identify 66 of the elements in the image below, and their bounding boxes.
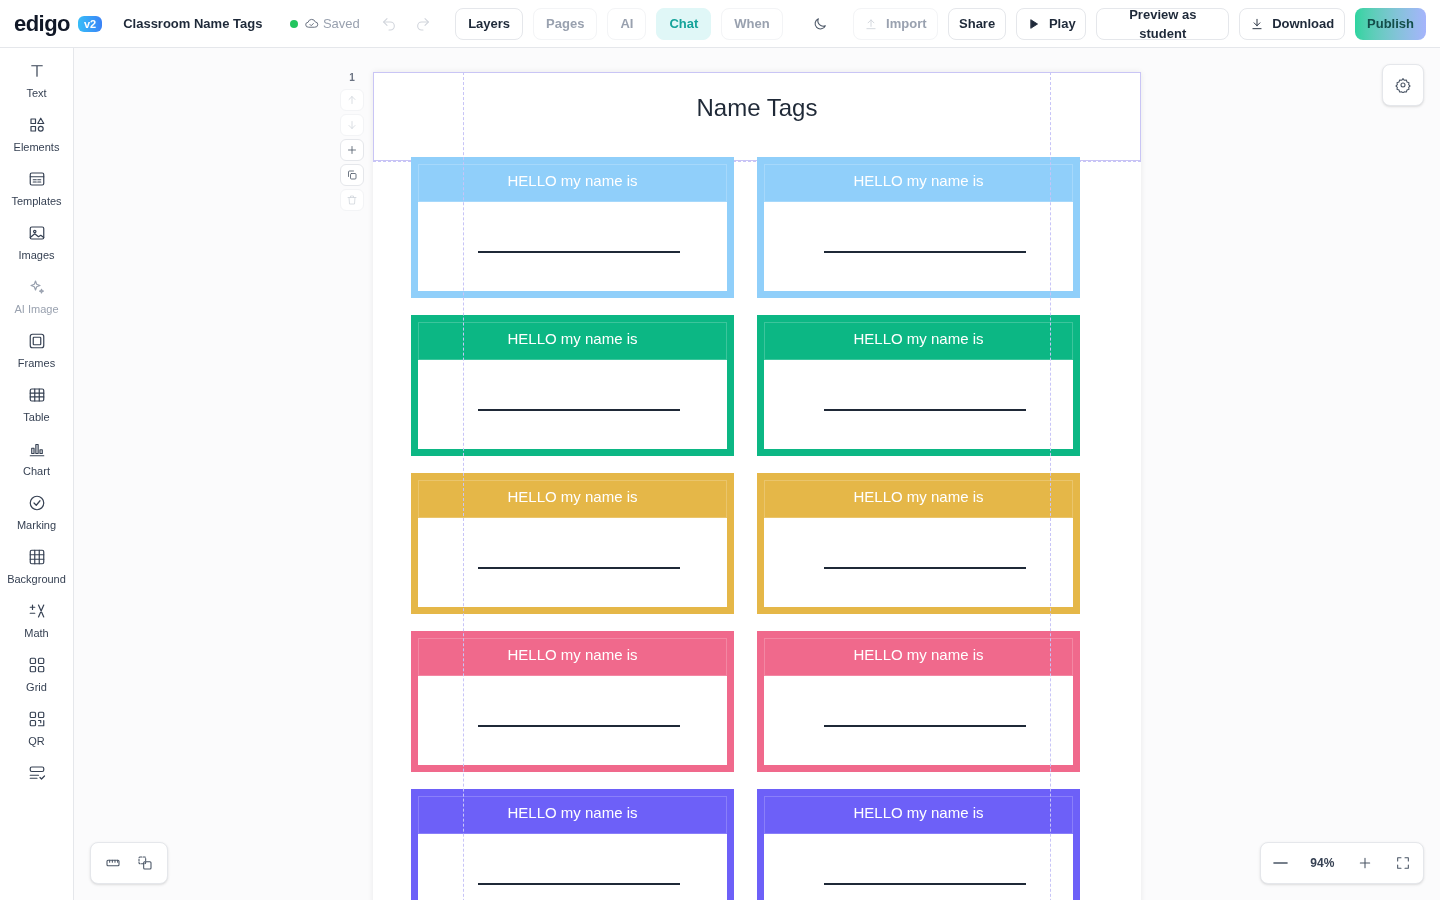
redo-icon — [415, 15, 432, 32]
sidebar-item[interactable]: Grid — [0, 656, 73, 694]
tab[interactable]: Layers — [455, 7, 524, 40]
logo: edigo — [14, 12, 70, 35]
template-icon — [27, 170, 46, 188]
tag-heading: HELLO my name is — [507, 172, 638, 190]
download-icon — [1250, 16, 1265, 31]
grid-icon — [27, 656, 46, 674]
arrow-up-icon — [346, 94, 358, 106]
tag-heading: HELLO my name is — [507, 488, 638, 506]
share-button[interactable]: Share — [947, 7, 1007, 40]
page-title: Name Tags — [696, 93, 818, 123]
tag-heading: HELLO my name is — [853, 172, 984, 190]
sparkle-icon — [27, 278, 46, 296]
sidebar-item[interactable]: Chart — [0, 440, 73, 478]
frame-icon — [27, 332, 46, 350]
settings-icon — [1395, 77, 1411, 93]
copy-icon — [346, 169, 358, 181]
version-badge: v2 — [77, 15, 103, 32]
sidebar-item[interactable]: Background — [0, 548, 73, 586]
plus-icon — [346, 144, 358, 156]
sidebar-item[interactable]: Math — [0, 602, 73, 640]
tag-heading: HELLO my name is — [507, 804, 638, 822]
fullscreen-icon — [1394, 855, 1411, 871]
page-number: 1 — [349, 71, 355, 85]
document-title: Classroom Name Tags — [123, 14, 263, 33]
qr-icon — [27, 710, 46, 728]
cloud-check-icon — [303, 16, 319, 31]
overlap-squares-icon — [137, 855, 153, 871]
upload-icon — [864, 16, 879, 31]
arrange-button[interactable] — [137, 855, 153, 871]
duplicate-page-button[interactable] — [340, 164, 364, 186]
arrow-down-icon — [346, 119, 358, 131]
preview-button[interactable]: Preview as student — [1096, 7, 1230, 40]
grid-icon — [27, 548, 46, 566]
math-icon — [27, 602, 46, 620]
shapes-icon — [27, 116, 46, 134]
fullscreen-button[interactable] — [1394, 855, 1411, 871]
sidebar-item[interactable]: Images — [0, 224, 73, 262]
minus-icon — [1273, 862, 1288, 864]
play-button[interactable]: Play — [1016, 7, 1087, 40]
form-icon — [27, 764, 46, 782]
sidebar-item[interactable]: Text — [0, 62, 73, 100]
undo-icon — [380, 15, 397, 32]
download-button[interactable]: Download — [1239, 7, 1346, 40]
tag-heading: HELLO my name is — [853, 330, 984, 348]
settings-button[interactable] — [1382, 64, 1424, 106]
table-icon — [27, 386, 46, 404]
image-icon — [27, 224, 46, 242]
publish-button[interactable]: Publish — [1355, 7, 1426, 40]
sidebar-item[interactable]: QR — [0, 710, 73, 748]
sidebar-item[interactable]: Frames — [0, 332, 73, 370]
check-circle-icon — [27, 494, 46, 512]
sidebar-item[interactable]: Templates — [0, 170, 73, 208]
zoom-level: 94% — [1310, 855, 1335, 872]
tag-heading: HELLO my name is — [853, 804, 984, 822]
save-status: Saved — [322, 14, 360, 33]
sidebar-item[interactable]: Marking — [0, 494, 73, 532]
trash-icon — [346, 194, 358, 206]
sidebar-item[interactable]: Elements — [0, 116, 73, 154]
tag-heading: HELLO my name is — [853, 646, 984, 664]
tag-heading: HELLO my name is — [507, 330, 638, 348]
add-page-button[interactable] — [340, 139, 364, 161]
sidebar-item[interactable]: Table — [0, 386, 73, 424]
tag-heading: HELLO my name is — [853, 488, 984, 506]
tag-heading: HELLO my name is — [507, 646, 638, 664]
